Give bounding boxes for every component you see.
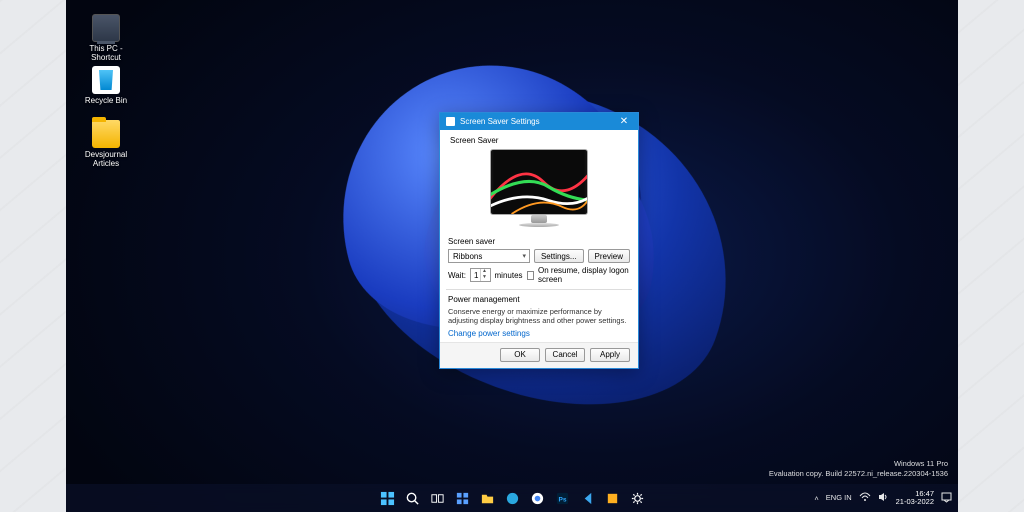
edge-button[interactable] <box>501 487 523 509</box>
wait-minutes-spinner[interactable]: 1 ▲ ▼ <box>470 268 491 282</box>
edge-icon <box>505 491 520 506</box>
power-management-label: Power management <box>448 295 630 304</box>
search-icon <box>405 491 420 506</box>
screensaver-settings-dialog: Screen Saver Settings ✕ Screen Saver <box>439 112 639 369</box>
folder-icon <box>92 120 120 148</box>
settings-button[interactable]: Settings... <box>534 249 584 263</box>
desktop-icon-recyclebin[interactable]: Recycle Bin <box>76 66 136 105</box>
watermark-build: Evaluation copy. Build 22572.ni_release.… <box>769 469 948 478</box>
on-resume-checkbox[interactable] <box>527 271 535 280</box>
task-view-button[interactable] <box>426 487 448 509</box>
notifications-icon[interactable] <box>941 492 952 505</box>
clock-date: 21-03-2022 <box>896 498 934 506</box>
volume-icon[interactable] <box>878 492 889 504</box>
screensaver-selected: Ribbons <box>453 252 482 261</box>
start-button[interactable] <box>376 487 398 509</box>
svg-text:Ps: Ps <box>558 496 566 503</box>
system-tray: ˄ ENG IN 16:47 21-03-2022 <box>814 490 952 507</box>
wifi-icon[interactable] <box>859 492 871 504</box>
wait-label: Wait: <box>448 271 466 280</box>
spinner-down-icon[interactable]: ▼ <box>480 275 489 281</box>
close-icon: ✕ <box>620 116 628 127</box>
cancel-button[interactable]: Cancel <box>545 348 585 362</box>
search-button[interactable] <box>401 487 423 509</box>
screensaver-label: Screen saver <box>448 237 630 246</box>
preview-button[interactable]: Preview <box>588 249 630 263</box>
pinned-app-button[interactable] <box>601 487 623 509</box>
photoshop-button[interactable]: Ps <box>551 487 573 509</box>
chrome-icon <box>530 491 545 506</box>
taskbar: Ps ˄ ENG IN 16:47 21-03-2022 <box>66 484 958 512</box>
vscode-button[interactable] <box>576 487 598 509</box>
photoshop-icon: Ps <box>555 491 570 506</box>
gear-icon <box>630 491 645 506</box>
settings-button[interactable] <box>626 487 648 509</box>
chrome-button[interactable] <box>526 487 548 509</box>
change-power-settings-link[interactable]: Change power settings <box>448 329 530 338</box>
screensaver-preview <box>484 149 594 229</box>
dialog-button-bar: OK Cancel Apply <box>440 342 638 368</box>
taskview-icon <box>430 491 445 506</box>
screensaver-group-label: Screen Saver <box>450 136 630 145</box>
widgets-button[interactable] <box>451 487 473 509</box>
windows-logo-icon <box>380 491 395 506</box>
tray-chevron-up-icon[interactable]: ˄ <box>814 494 818 503</box>
dialog-title: Screen Saver Settings <box>460 117 540 126</box>
widgets-icon <box>455 491 470 506</box>
desktop-icon-label: This PC - Shortcut <box>76 44 136 62</box>
watermark-edition: Windows 11 Pro <box>769 459 948 468</box>
divider <box>446 289 632 290</box>
thispc-icon <box>92 14 120 42</box>
desktop-icon-thispc[interactable]: This PC - Shortcut <box>76 14 136 62</box>
dialog-app-icon <box>446 117 455 126</box>
taskbar-center: Ps <box>376 487 648 509</box>
language-indicator[interactable]: ENG IN <box>826 494 852 502</box>
windows-watermark: Windows 11 Pro Evaluation copy. Build 22… <box>769 459 948 478</box>
vscode-icon <box>580 491 595 506</box>
on-resume-label: On resume, display logon screen <box>538 266 630 284</box>
app-icon <box>605 491 620 506</box>
ok-button[interactable]: OK <box>500 348 540 362</box>
file-explorer-button[interactable] <box>476 487 498 509</box>
wait-value: 1 <box>474 271 478 280</box>
preview-monitor <box>490 149 588 215</box>
close-button[interactable]: ✕ <box>610 113 638 130</box>
power-management-desc: Conserve energy or maximize performance … <box>448 307 630 326</box>
titlebar[interactable]: Screen Saver Settings ✕ <box>440 113 638 130</box>
screensaver-select[interactable]: Ribbons <box>448 249 530 263</box>
clock[interactable]: 16:47 21-03-2022 <box>896 490 934 507</box>
desktop-icon-devjournal[interactable]: Devsjournal Articles <box>76 120 136 168</box>
desktop-icon-label: Recycle Bin <box>76 96 136 105</box>
apply-button[interactable]: Apply <box>590 348 630 362</box>
ribbons-preview-icon <box>491 150 587 214</box>
desktop[interactable]: This PC - Shortcut Recycle Bin Devsjourn… <box>66 0 958 512</box>
wait-unit: minutes <box>495 271 523 280</box>
recyclebin-icon <box>92 66 120 94</box>
folder-icon <box>480 491 495 506</box>
desktop-icon-label: Devsjournal Articles <box>76 150 136 168</box>
